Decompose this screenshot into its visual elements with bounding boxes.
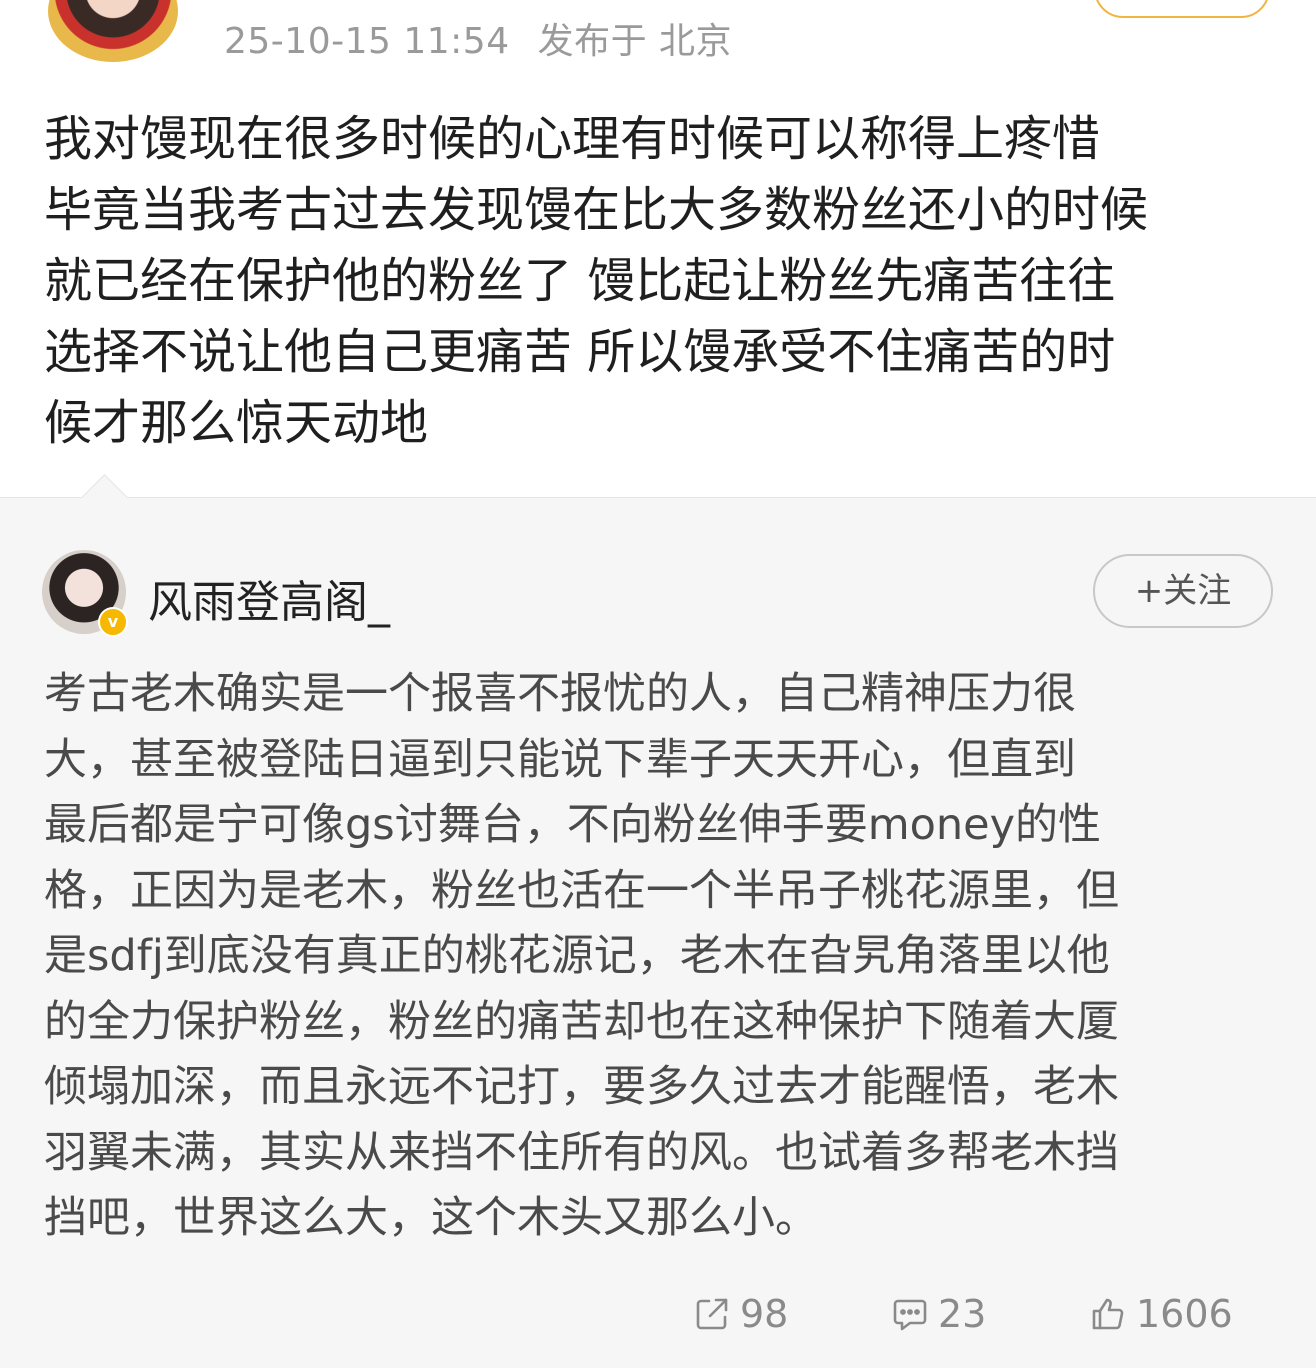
quoted-line: 大，甚至被登陆日逼到只能说下辈子天天开心，但直到 [44, 734, 1076, 785]
author-avatar[interactable] [48, 0, 178, 62]
quoted-line: 挡吧，世界这么大，这个木头又那么小。 [44, 1193, 818, 1243]
like-count: 1606 [1136, 1292, 1233, 1336]
post-line: 我对馒现在很多时候的心理有时候可以称得上疼惜 [44, 111, 1101, 167]
repost-button[interactable]: 98 [692, 1286, 788, 1342]
verified-icon: v [98, 607, 128, 637]
quoted-line: 倾塌加深，而且永远不记打，要多久过去才能醒悟，老木 [44, 1062, 1119, 1112]
quoted-line: 是sdfj到底没有真正的桃花源记，老木在旮旯角落里以他 [44, 931, 1110, 981]
post-header: 25-10-15 11:54 发布于 北京 [0, 0, 1316, 80]
post-timestamp: 25-10-15 11:54 [224, 21, 510, 62]
comment-icon [893, 1299, 927, 1331]
action-bar: 98 23 1606 [0, 1286, 1316, 1342]
post-line: 选择不说让他自己更痛苦 所以馒承受不住痛苦的时 [44, 324, 1116, 380]
comment-button[interactable]: 23 [890, 1286, 986, 1342]
quoted-line: 的全力保护粉丝，粉丝的痛苦却也在这种保护下随着大厦 [44, 996, 1119, 1047]
like-button[interactable]: 1606 [1088, 1286, 1233, 1342]
post-line: 就已经在保护他的粉丝了 馒比起让粉丝先痛苦往往 [44, 253, 1116, 309]
post-line: 毕竟当我考古过去发现馒在比大多数粉丝还小的时候 [44, 182, 1149, 238]
repost-icon [696, 1298, 728, 1330]
quoted-line: 考古老木确实是一个报喜不报忧的人，自己精神压力很 [44, 669, 1076, 719]
top-follow-button[interactable] [1094, 0, 1270, 18]
like-icon [1092, 1298, 1124, 1330]
quoted-line: 最后都是宁可像gs讨舞台，不向粉丝伸手要money的性 [44, 800, 1102, 850]
quoted-body[interactable]: 考古老木确实是一个报喜不报忧的人，自己精神压力很 大，甚至被登陆日逼到只能说下辈… [44, 662, 1284, 1252]
quoted-username[interactable]: 风雨登高阁_ [148, 566, 390, 630]
follow-button[interactable]: +关注 [1093, 554, 1273, 628]
comment-count: 23 [938, 1292, 987, 1336]
post-location: 发布于 北京 [537, 21, 733, 62]
post-meta: 25-10-15 11:54 发布于 北京 [224, 12, 732, 64]
post-body: 我对馒现在很多时候的心理有时候可以称得上疼惜 毕竟当我考古过去发现馒在比大多数粉… [44, 104, 1284, 459]
quoted-line: 格，正因为是老木，粉丝也活在一个半吊子桃花源里，但 [44, 865, 1119, 916]
quoted-line: 羽翼未满，其实从来挡不住所有的风。也试着多帮老木挡 [44, 1127, 1119, 1178]
repost-count: 98 [740, 1292, 789, 1336]
post-line: 候才那么惊天动地 [44, 395, 429, 451]
